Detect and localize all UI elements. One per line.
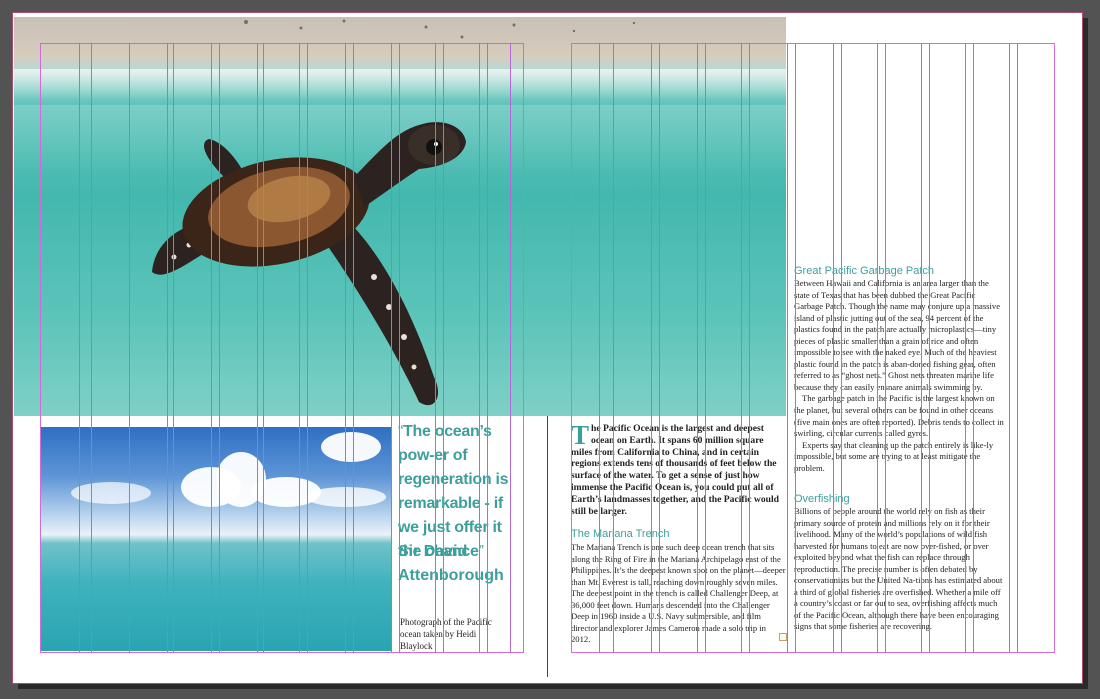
garbage-patch-body[interactable]: Between Hawaii and California is an area… xyxy=(794,278,1004,474)
drop-cap: T xyxy=(571,420,590,450)
cloud xyxy=(321,432,381,462)
heading-overfishing[interactable]: Overfishing xyxy=(794,493,850,505)
page-shadow xyxy=(1083,18,1088,689)
turtle-photo-frame[interactable] xyxy=(14,17,786,416)
garbage-paragraph-2: The garbage patch in the Pacific is the … xyxy=(794,393,1004,439)
turtle-illustration xyxy=(152,19,636,406)
heading-garbage-patch[interactable]: Great Pacific Garbage Patch xyxy=(794,265,934,277)
cloud xyxy=(71,482,151,504)
overset-text-marker[interactable] xyxy=(779,633,787,641)
intro-paragraph[interactable]: The Pacific Ocean is the largest and dee… xyxy=(571,420,786,517)
heading-mariana-trench[interactable]: The Mariana Trench xyxy=(571,528,669,540)
garbage-paragraph-1: Between Hawaii and California is an area… xyxy=(794,278,1001,392)
mariana-trench-body[interactable]: The Mariana Trench is one such deep ocea… xyxy=(571,542,786,646)
photo-caption[interactable]: Photograph of the Pacific ocean taken by… xyxy=(400,616,510,652)
intro-text: he Pacific Ocean is the largest and deep… xyxy=(571,423,779,517)
cloud xyxy=(306,487,386,507)
overfishing-body[interactable]: Billions of people around the world rely… xyxy=(794,506,1004,633)
garbage-paragraph-3: Experts say that cleaning up the patch e… xyxy=(794,439,994,473)
page-shadow xyxy=(18,684,1088,689)
quote-attribution[interactable]: Sir David Attenborough xyxy=(398,540,522,588)
ocean-photo-frame[interactable] xyxy=(41,427,391,651)
